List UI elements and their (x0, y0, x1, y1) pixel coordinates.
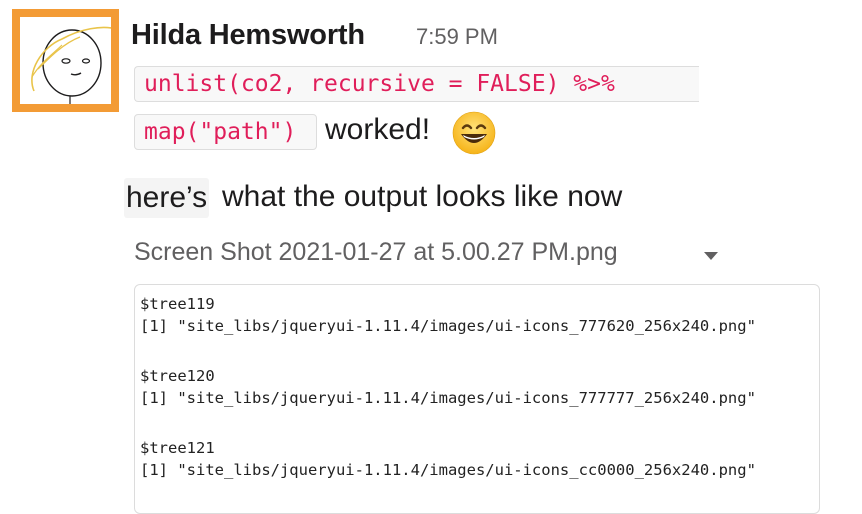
preview-line: $tree120 (140, 367, 215, 385)
message-text-worked: worked! (325, 113, 431, 146)
sender-name[interactable]: Hilda Hemsworth (131, 19, 365, 52)
attachment-preview-image[interactable]: $tree119 [1] "site_libs/jqueryui-1.11.4/… (134, 284, 820, 514)
preview-line: [1] "site_libs/jqueryui-1.11.4/images/ui… (140, 461, 756, 479)
preview-line: $tree121 (140, 439, 215, 457)
inline-code-line-1: unlist(co2, recursive = FALSE) %>% (134, 66, 699, 102)
preview-line: $tree119 (140, 295, 215, 313)
avatar[interactable] (12, 9, 119, 112)
avatar-drawing (31, 26, 111, 104)
preview-line: [1] "site_libs/jqueryui-1.11.4/images/ui… (140, 389, 756, 407)
grinning-face-emoji-icon (452, 111, 496, 155)
highlighted-word: here’s (124, 178, 210, 218)
caret-down-icon[interactable] (704, 252, 718, 260)
attachment-filename[interactable]: Screen Shot 2021-01-27 at 5.00.27 PM.png (134, 238, 618, 267)
inline-code-line-2: map("path") (134, 114, 317, 150)
message-text-rest: what the output looks like now (222, 180, 623, 213)
message-timestamp[interactable]: 7:59 PM (416, 24, 498, 50)
preview-line: [1] "site_libs/jqueryui-1.11.4/images/ui… (140, 317, 756, 335)
